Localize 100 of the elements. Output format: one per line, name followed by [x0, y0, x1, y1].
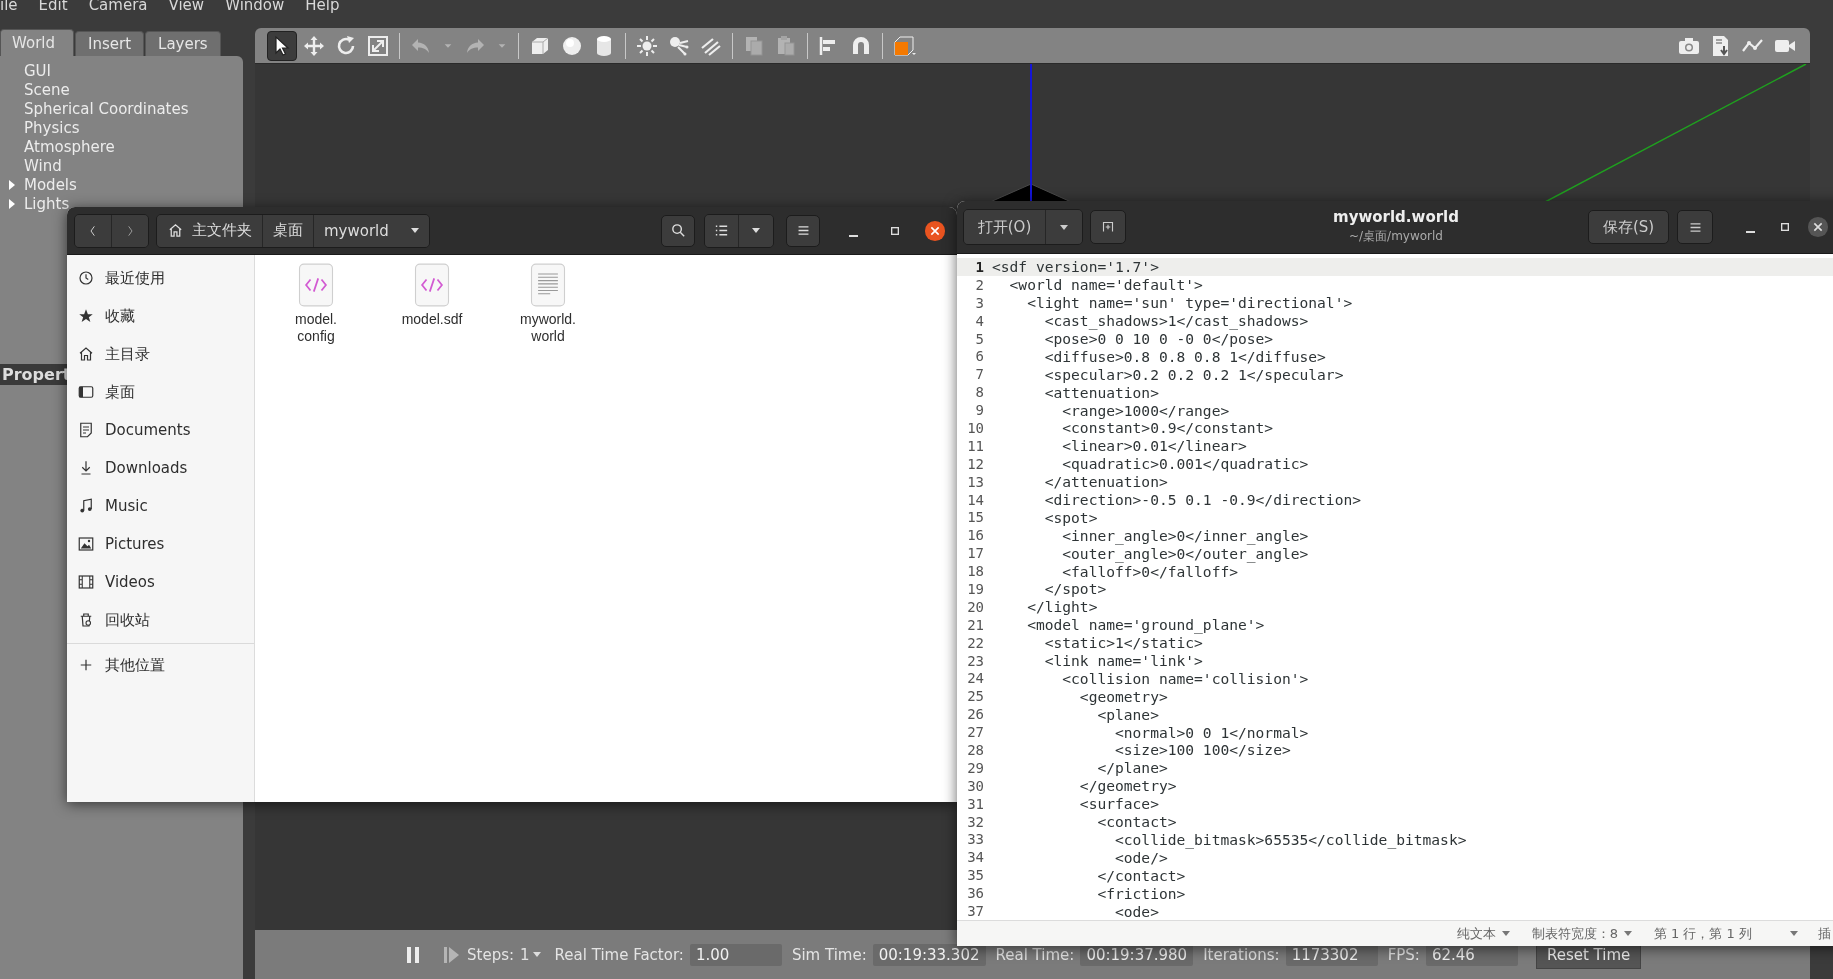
code-line: <surface>: [1078, 795, 1159, 813]
search-button[interactable]: [661, 214, 695, 247]
code-line: <attenuation>: [1043, 383, 1159, 401]
code-file-icon[interactable]: [414, 263, 450, 307]
close-icon: [1807, 216, 1829, 238]
sidebar-item[interactable]: 其他位置: [67, 646, 254, 684]
language-menu[interactable]: 纯文本: [1456, 924, 1510, 943]
code-line: <static>1</static>: [1043, 634, 1203, 652]
file-name[interactable]: myworld.world: [511, 311, 585, 345]
code-line: <link name='link'>: [1043, 652, 1203, 670]
line-number: 18: [966, 563, 984, 580]
menu-button[interactable]: [1677, 210, 1713, 244]
expander-icon[interactable]: [7, 199, 17, 210]
line-number: 25: [966, 688, 984, 705]
cursor-position-menu[interactable]: 第 1 行，第 1 列: [1653, 924, 1752, 943]
code-line: <diffuse>0.8 0.8 0.8 1</diffuse>: [1043, 347, 1326, 365]
code-line: <contact>: [1096, 813, 1177, 831]
window-subtitle: ~/桌面/myworld: [1349, 228, 1443, 245]
line-number: 11: [966, 437, 984, 454]
minimize-icon: [848, 234, 858, 237]
line-number: 28: [966, 742, 984, 758]
stat-field: 1.00: [689, 943, 782, 966]
line-number: 3: [974, 294, 984, 311]
expander-icon[interactable]: [7, 180, 17, 191]
new-tab-button[interactable]: [1090, 210, 1126, 244]
file-name[interactable]: model.config: [279, 311, 353, 345]
line-number: 22: [966, 634, 984, 651]
line-number: 37: [966, 903, 984, 919]
pause-icon[interactable]: [405, 945, 421, 964]
code-line: <specular>0.2 0.2 0.2 1</specular>: [1043, 365, 1344, 383]
stat-label: Real Time Factor:: [554, 945, 684, 964]
code-line: <collision name='collision'>: [1061, 669, 1309, 687]
home-icon: [77, 345, 95, 363]
list-view-button[interactable]: [705, 214, 739, 247]
panel-tab[interactable]: Layers: [145, 31, 221, 56]
code-line: <constant>0.9</constant>: [1061, 419, 1274, 437]
steps-label: Steps:: [467, 945, 515, 964]
code-line: <world name='default'>: [1008, 276, 1203, 294]
home-icon: [167, 222, 184, 239]
sidebar-item[interactable]: Documents: [67, 411, 254, 449]
sidebar-item[interactable]: Music: [67, 487, 254, 525]
path-crumb[interactable]: myworld: [314, 214, 429, 247]
line-number: 15: [966, 509, 984, 526]
code-line: </spot>: [1043, 580, 1107, 598]
code-line: <light name='sun' type='directional'>: [1026, 294, 1353, 312]
sidebar-item[interactable]: Videos: [67, 563, 254, 601]
code-line: </geometry>: [1078, 777, 1177, 795]
sidebar-item[interactable]: 回收站: [67, 601, 254, 639]
code-line: <sdf version='1.7'>: [992, 258, 1159, 276]
film-icon: [77, 573, 95, 591]
code-file-icon[interactable]: [298, 263, 334, 307]
window-title: myworld.world: [1333, 208, 1459, 226]
line-number: 34: [966, 849, 984, 866]
line-number: 2: [974, 276, 984, 293]
stat-field: 00:19:33.302: [872, 943, 986, 966]
line-number: 31: [966, 795, 984, 812]
line-number: 35: [966, 867, 984, 884]
path-crumb[interactable]: 主文件夹: [157, 214, 263, 247]
line-number: 30: [966, 777, 984, 794]
pointer-icon[interactable]: [267, 30, 297, 61]
code-line: <normal>0 0 1</normal>: [1114, 723, 1309, 741]
close-icon: [924, 219, 946, 242]
save-button[interactable]: 保存(S): [1588, 210, 1669, 244]
line-number: 9: [974, 402, 984, 419]
line-number: 20: [966, 598, 984, 615]
panel-tab[interactable]: Insert: [75, 31, 145, 56]
line-number: 13: [966, 473, 984, 490]
code-line: <geometry>: [1078, 687, 1168, 705]
music-note-icon: [77, 497, 95, 515]
code-line: <model name='ground_plane'>: [1026, 616, 1265, 634]
line-number: 23: [966, 652, 984, 669]
caret-icon[interactable]: [1790, 931, 1798, 936]
line-number: 27: [966, 724, 984, 741]
path-crumb[interactable]: 桌面: [263, 214, 314, 247]
line-number: 26: [966, 706, 984, 723]
line-number: 33: [966, 831, 984, 848]
open-button[interactable]: 打开(O): [964, 210, 1046, 244]
code-line: </contact>: [1096, 866, 1186, 884]
stat-label: Real Time:: [995, 945, 1075, 964]
sidebar-item[interactable]: Downloads: [67, 449, 254, 487]
stat-label: Iterations:: [1203, 945, 1280, 964]
line-number: 24: [966, 670, 984, 687]
code-line: </plane>: [1096, 759, 1168, 777]
line-number: 16: [966, 527, 984, 544]
line-number: 8: [974, 384, 984, 401]
sidebar-item[interactable]: Pictures: [67, 525, 254, 563]
menu-button[interactable]: [786, 214, 820, 247]
line-number: 36: [966, 885, 984, 902]
document-icon: [77, 421, 95, 439]
sidebar-item[interactable]: 最近使用: [67, 259, 254, 297]
code-line: <friction>: [1096, 884, 1186, 902]
code-line: <inner_angle>0</inner_angle>: [1061, 526, 1309, 544]
step-icon[interactable]: [443, 945, 461, 964]
sidebar-item[interactable]: 收藏: [67, 297, 254, 335]
code-line: </light>: [1026, 598, 1098, 616]
tab-width-menu[interactable]: 制表符宽度：8: [1531, 924, 1632, 943]
file-name[interactable]: model.sdf: [395, 311, 469, 328]
line-number: 7: [974, 366, 984, 383]
caret-icon: [410, 228, 419, 233]
text-file-icon[interactable]: [530, 263, 566, 307]
